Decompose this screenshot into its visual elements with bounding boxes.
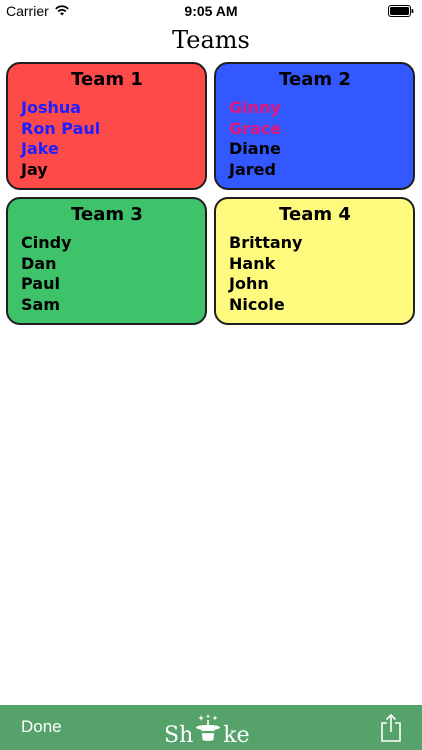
team-title: Team 4 — [279, 204, 351, 225]
team-card-4: Team 4 Brittany Hank John Nicole — [214, 197, 415, 325]
team-title: Team 1 — [71, 69, 143, 90]
shake-logo: Sh ke — [164, 714, 250, 748]
team-title: Team 3 — [71, 204, 143, 225]
team-member: John — [229, 274, 269, 293]
done-button[interactable]: Done — [21, 717, 62, 737]
team-card-1: Team 1 Joshua Ron Paul Jake Jay — [6, 62, 207, 190]
team-title: Team 2 — [279, 69, 351, 90]
team-member: Jake — [21, 139, 59, 158]
page-title: Teams — [172, 26, 250, 54]
logo-text-left: Sh — [164, 723, 194, 748]
team-member: Grace — [229, 118, 282, 138]
status-time: 9:05 AM — [184, 3, 238, 19]
logo-text-right: ke — [223, 723, 250, 748]
team-member: Jay — [21, 159, 48, 179]
team-member: Sam — [21, 294, 60, 314]
battery-icon — [388, 5, 414, 17]
team-member: Ginny — [229, 98, 281, 117]
team-member: Joshua — [21, 98, 82, 117]
magic-hat-icon — [195, 714, 221, 748]
share-icon[interactable] — [380, 713, 402, 747]
teams-grid: Team 1 Joshua Ron Paul Jake Jay Team 2 G… — [6, 62, 416, 325]
team-card-2: Team 2 Ginny Grace Diane Jared — [214, 62, 415, 190]
team-member: Cindy — [21, 233, 72, 252]
status-bar: Carrier 9:05 AM — [0, 0, 422, 22]
team-member: Jared — [229, 159, 276, 179]
team-member: Hank — [229, 253, 276, 273]
team-member: Diane — [229, 139, 281, 158]
team-member: Nicole — [229, 294, 285, 314]
team-card-3: Team 3 Cindy Dan Paul Sam — [6, 197, 207, 325]
team-member: Dan — [21, 253, 57, 273]
team-member: Paul — [21, 274, 60, 293]
screen: Carrier 9:05 AM Teams Team 1 Joshua Ron … — [0, 0, 422, 750]
bottom-toolbar: Done Sh ke — [0, 705, 422, 750]
team-member: Ron Paul — [21, 118, 101, 138]
team-member: Brittany — [229, 233, 303, 252]
